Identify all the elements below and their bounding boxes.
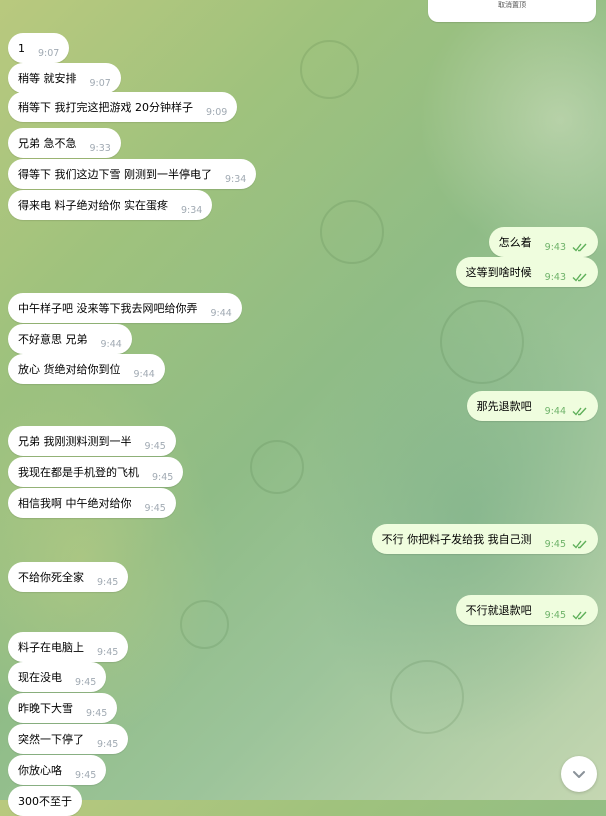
double-check-icon [572, 243, 587, 252]
message-text: 稍等下 我打完这把游戏 20分钟样子 [18, 100, 193, 114]
message-text: 不好意思 兄弟 [18, 332, 88, 346]
message-text: 突然一下停了 [18, 732, 84, 746]
message-time: 9:44 [544, 405, 566, 417]
message-bubble-incoming[interactable]: 放心 货绝对给你到位 9:44 [8, 354, 165, 384]
message-bubble-incoming[interactable]: 昨晚下大雪 9:45 [8, 693, 118, 723]
message-text: 1 [18, 41, 25, 55]
message-text: 怎么着 [498, 235, 532, 249]
message-bubble-incoming[interactable]: 突然一下停了 9:45 [8, 724, 129, 754]
pinned-banner[interactable]: 取消置顶 [428, 0, 596, 22]
message-time: 9:45 [86, 707, 108, 719]
message-text: 兄弟 急不急 [18, 136, 77, 150]
wallpaper-doodle [390, 660, 464, 734]
message-text: 放心 货绝对给你到位 [18, 362, 121, 376]
message-text: 这等到啥时候 [465, 265, 532, 279]
message-bubble-incoming[interactable]: 料子在电脑上 9:45 [8, 632, 129, 662]
message-bubble-incoming[interactable]: 兄弟 急不急 9:33 [8, 128, 121, 158]
message-time: 9:45 [544, 609, 566, 621]
message-text: 我现在都是手机登的飞机 [18, 465, 139, 479]
message-time: 9:45 [144, 440, 166, 452]
message-time: 9:45 [97, 576, 119, 588]
message-time: 9:45 [75, 769, 97, 781]
message-text: 得等下 我们这边下雪 刚测到一半停电了 [18, 167, 212, 181]
message-bubble-outgoing[interactable]: 那先退款吧 9:44 [466, 391, 598, 421]
unpin-label: 取消置顶 [498, 1, 526, 9]
double-check-icon [572, 540, 587, 549]
message-text: 那先退款吧 [476, 399, 532, 413]
message-bubble-incoming[interactable]: 不好意思 兄弟 9:44 [8, 324, 132, 354]
message-time: 9:44 [133, 368, 155, 380]
message-time: 9:33 [89, 142, 111, 154]
double-check-icon [572, 273, 587, 282]
message-bubble-incoming[interactable]: 稍等 就安排 9:07 [8, 63, 121, 93]
message-time: 9:34 [225, 173, 247, 185]
message-text: 你放心咯 [18, 763, 62, 777]
message-time: 9:09 [206, 106, 228, 118]
double-check-icon [572, 407, 587, 416]
message-bubble-incoming[interactable]: 得等下 我们这边下雪 刚测到一半停电了 9:34 [8, 159, 257, 189]
message-time: 9:34 [181, 204, 203, 216]
message-bubble-outgoing[interactable]: 这等到啥时候 9:43 [455, 257, 598, 287]
message-text: 不行 你把料子发给我 我自己测 [381, 532, 532, 546]
message-text: 兄弟 我刚测料测到一半 [18, 434, 132, 448]
message-bubble-incoming[interactable]: 你放心咯 9:45 [8, 755, 107, 785]
scroll-to-bottom-button[interactable] [561, 756, 597, 792]
message-text: 昨晚下大雪 [18, 701, 73, 715]
message-time: 9:44 [100, 338, 122, 350]
message-text: 得来电 料子绝对给你 实在蛋疼 [18, 198, 168, 212]
message-bubble-incoming[interactable]: 我现在都是手机登的飞机 9:45 [8, 457, 184, 487]
wallpaper-doodle [250, 440, 304, 494]
message-text: 现在没电 [18, 670, 62, 684]
message-time: 9:07 [89, 77, 111, 89]
message-text: 相信我啊 中午绝对给你 [18, 496, 132, 510]
message-time: 9:44 [210, 307, 232, 319]
message-time: 9:45 [97, 738, 119, 750]
message-time: 9:43 [544, 271, 566, 283]
message-time: 9:45 [97, 646, 119, 658]
message-time: 9:45 [152, 471, 174, 483]
message-text: 300不至于 [18, 794, 72, 808]
message-bubble-incoming[interactable]: 300不至于 [8, 786, 82, 816]
message-bubble-incoming[interactable]: 兄弟 我刚测料测到一半 9:45 [8, 426, 176, 456]
message-bubble-incoming[interactable]: 1 9:07 [8, 33, 70, 63]
message-bubble-outgoing[interactable]: 怎么着 9:43 [488, 227, 598, 257]
message-time: 9:43 [544, 241, 566, 253]
wallpaper-doodle [320, 200, 384, 264]
message-text: 稍等 就安排 [18, 71, 77, 85]
message-text: 不行就退款吧 [465, 603, 532, 617]
message-time: 9:45 [144, 502, 166, 514]
message-bubble-outgoing[interactable]: 不行 你把料子发给我 我自己测 9:45 [371, 524, 598, 554]
message-bubble-incoming[interactable]: 不给你死全家 9:45 [8, 562, 129, 592]
message-time: 9:07 [38, 47, 60, 59]
message-text: 不给你死全家 [18, 570, 84, 584]
message-bubble-incoming[interactable]: 中午样子吧 没来等下我去网吧给你弄 9:44 [8, 293, 242, 323]
message-bubble-outgoing[interactable]: 不行就退款吧 9:45 [455, 595, 598, 625]
message-text: 中午样子吧 没来等下我去网吧给你弄 [18, 301, 198, 315]
wallpaper-doodle [300, 40, 359, 99]
message-bubble-incoming[interactable]: 得来电 料子绝对给你 实在蛋疼 9:34 [8, 190, 213, 220]
message-bubble-incoming[interactable]: 稍等下 我打完这把游戏 20分钟样子 9:09 [8, 92, 238, 122]
double-check-icon [572, 611, 587, 620]
message-bubble-incoming[interactable]: 现在没电 9:45 [8, 662, 107, 692]
message-bubble-incoming[interactable]: 相信我啊 中午绝对给你 9:45 [8, 488, 176, 518]
chevron-down-icon [573, 771, 585, 778]
message-time: 9:45 [544, 538, 566, 550]
wallpaper-doodle [180, 600, 229, 649]
message-time: 9:45 [75, 676, 97, 688]
wallpaper-doodle [440, 300, 524, 384]
message-text: 料子在电脑上 [18, 640, 84, 654]
